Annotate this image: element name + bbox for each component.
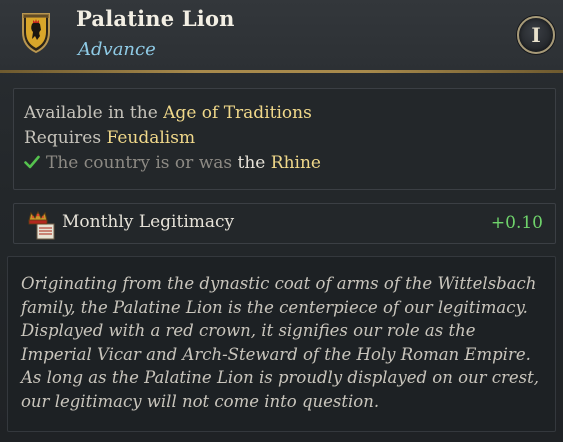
modifier-label: Monthly Legitimacy <box>62 212 235 232</box>
advance-title: Palatine Lion <box>76 6 235 31</box>
advance-type-label: Advance <box>78 39 156 60</box>
age-link[interactable]: Age of Traditions <box>163 103 312 123</box>
condition-text: The country is or was <box>46 153 238 173</box>
age-requirement: Available in the Age of Traditions <box>24 103 312 123</box>
info-button-label: I <box>531 23 541 47</box>
prerequisite-prefix: Requires <box>24 128 107 148</box>
age-requirement-prefix: Available in the <box>24 103 164 123</box>
advance-tooltip: Palatine Lion Advance I Available in the… <box>0 0 563 442</box>
modifier-value: +0.10 <box>490 213 543 233</box>
flavor-text-line: Originating from the dynastic coat of ar… <box>21 274 537 293</box>
flavor-text-panel: Originating from the dynastic coat of ar… <box>7 256 556 432</box>
prerequisite-requirement: Requires Feudalism <box>24 128 195 148</box>
flavor-text-line: As long as the Palatine Lion is proudly … <box>21 368 540 388</box>
prerequisite-link[interactable]: Feudalism <box>106 128 195 148</box>
tooltip-header: Palatine Lion Advance I <box>0 0 563 73</box>
country-condition: The country is or was the Rhine <box>24 153 321 174</box>
flavor-text-line: Imperial Vicar and Arch-Steward of the H… <box>21 344 531 364</box>
modifier-row: Monthly Legitimacy +0.10 <box>13 203 556 244</box>
flavor-text-line: Displayed with a red crown, it signifies… <box>21 321 476 341</box>
info-button[interactable]: I <box>517 16 555 54</box>
shield-icon <box>20 10 52 54</box>
flavor-text: Originating from the dynastic coat of ar… <box>21 272 549 414</box>
flavor-text-line: family, the Palatine Lion is the centerp… <box>21 297 528 317</box>
condition-article: the <box>237 153 271 173</box>
requirements-panel: Available in the Age of Traditions Requi… <box>13 88 556 190</box>
check-icon <box>24 154 40 174</box>
legitimacy-icon <box>25 209 57 241</box>
country-link[interactable]: Rhine <box>271 153 321 173</box>
header-divider <box>0 70 563 73</box>
flavor-text-line: our legitimacy will not come into questi… <box>21 391 380 411</box>
